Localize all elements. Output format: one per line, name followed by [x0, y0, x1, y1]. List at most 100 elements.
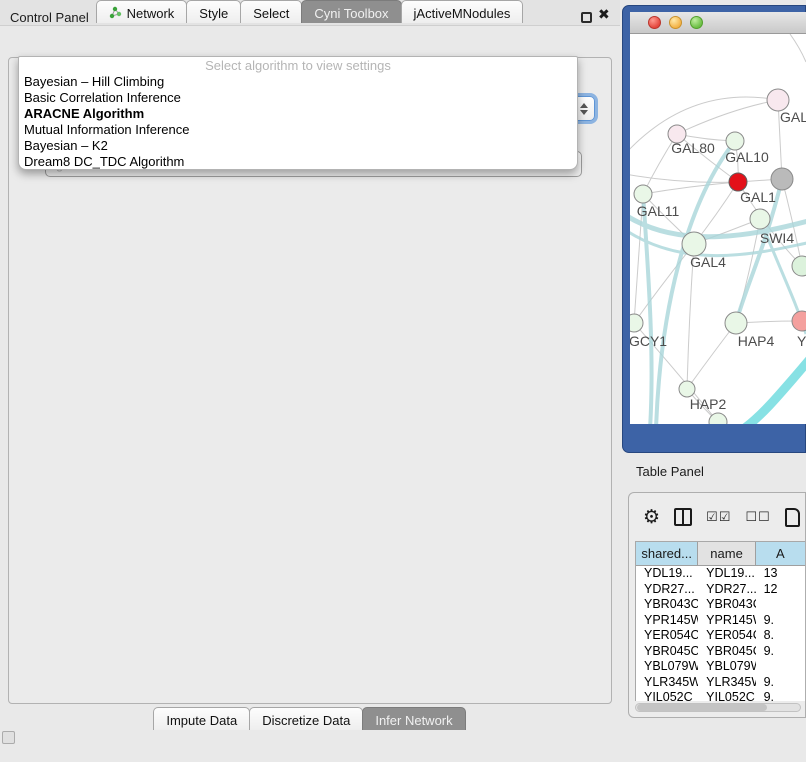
- table-cell: YDR27...: [698, 582, 755, 598]
- table-cell: [756, 597, 806, 613]
- table-body: YDL19...YDL19...13YDR27...YDR27...12YBR0…: [636, 566, 806, 701]
- table-row[interactable]: YER054CYER054C8.: [636, 628, 806, 644]
- network-node-hap4[interactable]: [725, 312, 747, 334]
- table-cell: YIL052C: [636, 690, 698, 701]
- table-panel-title: Table Panel: [636, 464, 704, 479]
- table-cell: 9.: [756, 690, 806, 701]
- close-traffic-light-icon[interactable]: [648, 16, 661, 29]
- table-panel-toolbar: ⚙ ☑☑ ☐☐: [629, 499, 806, 535]
- deselect-columns-icon[interactable]: ☐☐: [745, 509, 770, 525]
- tab-impute-data[interactable]: Impute Data: [153, 707, 250, 730]
- column-header[interactable]: name: [698, 542, 755, 565]
- node-label: GAL1: [740, 189, 776, 205]
- network-node-gal10[interactable]: [726, 132, 744, 150]
- table-row[interactable]: YPR145WYPR145W9.: [636, 613, 806, 629]
- algorithm-option[interactable]: Bayesian – K2: [19, 138, 577, 154]
- table-cell: 8.: [756, 628, 806, 644]
- tab-select[interactable]: Select: [240, 0, 302, 23]
- node-label: GAL80: [671, 140, 715, 156]
- select-all-columns-icon[interactable]: ☑☑: [706, 509, 731, 525]
- table-cell: YBR045C: [636, 644, 698, 660]
- algorithm-option[interactable]: Mutual Information Inference: [19, 122, 577, 138]
- gear-icon[interactable]: ⚙: [643, 508, 660, 527]
- network-node-gal[interactable]: [767, 89, 789, 111]
- scrollbar-thumb[interactable]: [637, 704, 767, 711]
- table-cell: 12: [756, 582, 806, 598]
- algorithm-option[interactable]: Dream8 DC_TDC Algorithm: [19, 154, 577, 170]
- table-row[interactable]: YBR045CYBR045C9.: [636, 644, 806, 660]
- table-cell: [756, 659, 806, 675]
- algorithm-option[interactable]: Bayesian – Hill Climbing: [19, 74, 577, 90]
- table-cell: YER054C: [698, 628, 755, 644]
- tab-infer-network[interactable]: Infer Network: [362, 707, 465, 730]
- table-horizontal-scrollbar[interactable]: [635, 703, 801, 712]
- network-graph: GAL GAL80 GAL10 GAL1 GAL11 SWI4 GAL4 GCY1 HAP4 Y H…: [630, 34, 806, 424]
- tab-discretize-data[interactable]: Discretize Data: [249, 707, 363, 730]
- tab-label: Network: [127, 6, 175, 21]
- new-table-icon[interactable]: [785, 508, 800, 527]
- tab-label: jActiveMNodules: [414, 6, 511, 21]
- column-header[interactable]: A: [756, 542, 806, 565]
- node-label: GCY1: [630, 333, 667, 349]
- node-label: GAL: [780, 109, 806, 125]
- network-node[interactable]: [792, 256, 806, 276]
- bottom-tabbar: Impute DataDiscretize DataInfer Network: [0, 707, 620, 730]
- node-label: HAP4: [738, 333, 775, 349]
- table-cell: YIL052C: [698, 690, 755, 701]
- tab-cyni-toolbox[interactable]: Cyni Toolbox: [301, 0, 401, 23]
- table-cell: YLR345W: [636, 675, 698, 691]
- table-cell: YPR145W: [698, 613, 755, 629]
- network-view-canvas[interactable]: GAL GAL80 GAL10 GAL1 GAL11 SWI4 GAL4 GCY1 HAP4 Y H…: [630, 34, 806, 424]
- tab-network[interactable]: Network: [96, 0, 188, 23]
- table-header-row: shared...nameA: [636, 542, 806, 566]
- network-node-swi4[interactable]: [750, 209, 770, 229]
- combo-spinner-icon: [578, 103, 589, 115]
- network-node-labels: GAL GAL80 GAL10 GAL1 GAL11 SWI4 GAL4 GCY1 HAP4 Y H…: [630, 109, 806, 412]
- table-cell: 13: [756, 566, 806, 582]
- network-node-y[interactable]: [792, 311, 806, 331]
- network-node[interactable]: [771, 168, 793, 190]
- table-row[interactable]: YBR043CYBR043C: [636, 597, 806, 613]
- table-cell: 9.: [756, 644, 806, 660]
- network-node-gal11[interactable]: [634, 185, 652, 203]
- algorithm-option[interactable]: Basic Correlation Inference: [19, 90, 577, 106]
- node-label: Y: [797, 333, 806, 349]
- table-cell: YBL079W: [698, 659, 755, 675]
- node-label: HAP2: [690, 396, 727, 412]
- network-node-hap2[interactable]: [679, 381, 695, 397]
- node-label: GAL10: [725, 149, 769, 165]
- column-header[interactable]: shared...: [636, 542, 698, 565]
- table-row[interactable]: YLR345WYLR345W9.: [636, 675, 806, 691]
- table-cell: YBL079W: [636, 659, 698, 675]
- table-row[interactable]: YBL079WYBL079W: [636, 659, 806, 675]
- table-cell: YDL19...: [698, 566, 755, 582]
- table-cell: YBR043C: [636, 597, 698, 613]
- node-label: GAL11: [637, 203, 680, 219]
- network-icon: [109, 6, 122, 22]
- node-table: shared...nameA YDL19...YDL19...13YDR27..…: [635, 541, 806, 701]
- table-row[interactable]: YDL19...YDL19...13: [636, 566, 806, 582]
- tab-label: Select: [253, 6, 289, 21]
- algorithm-option[interactable]: ARACNE Algorithm: [19, 106, 577, 122]
- network-node-gal4[interactable]: [682, 232, 706, 256]
- table-row[interactable]: YIL052CYIL052C9.: [636, 690, 806, 701]
- table-cell: 9.: [756, 613, 806, 629]
- table-cell: YER054C: [636, 628, 698, 644]
- network-window-titlebar[interactable]: [630, 12, 806, 34]
- minimize-traffic-light-icon[interactable]: [669, 16, 682, 29]
- control-panel-tabbar: Network Style Select Cyni Toolbox jActiveMNo…: [0, 0, 620, 23]
- table-panel-window: ⚙ ☑☑ ☐☐ shared...nameA YDL19...YDL19...1…: [628, 492, 806, 718]
- table-cell: YBR045C: [698, 644, 755, 660]
- node-label: SWI4: [760, 230, 794, 246]
- table-cell: YPR145W: [636, 613, 698, 629]
- network-cyan-edge: [742, 359, 806, 424]
- node-label: GAL4: [690, 254, 726, 270]
- table-cell: YDR27...: [636, 582, 698, 598]
- zoom-traffic-light-icon[interactable]: [690, 16, 703, 29]
- tab-style[interactable]: Style: [186, 0, 241, 23]
- network-node-gcy1[interactable]: [630, 314, 643, 332]
- split-panel-icon[interactable]: [674, 508, 692, 526]
- minimized-panel-icon[interactable]: [2, 731, 15, 744]
- table-row[interactable]: YDR27...YDR27...12: [636, 582, 806, 598]
- tab-jactivemnodules[interactable]: jActiveMNodules: [401, 0, 524, 23]
